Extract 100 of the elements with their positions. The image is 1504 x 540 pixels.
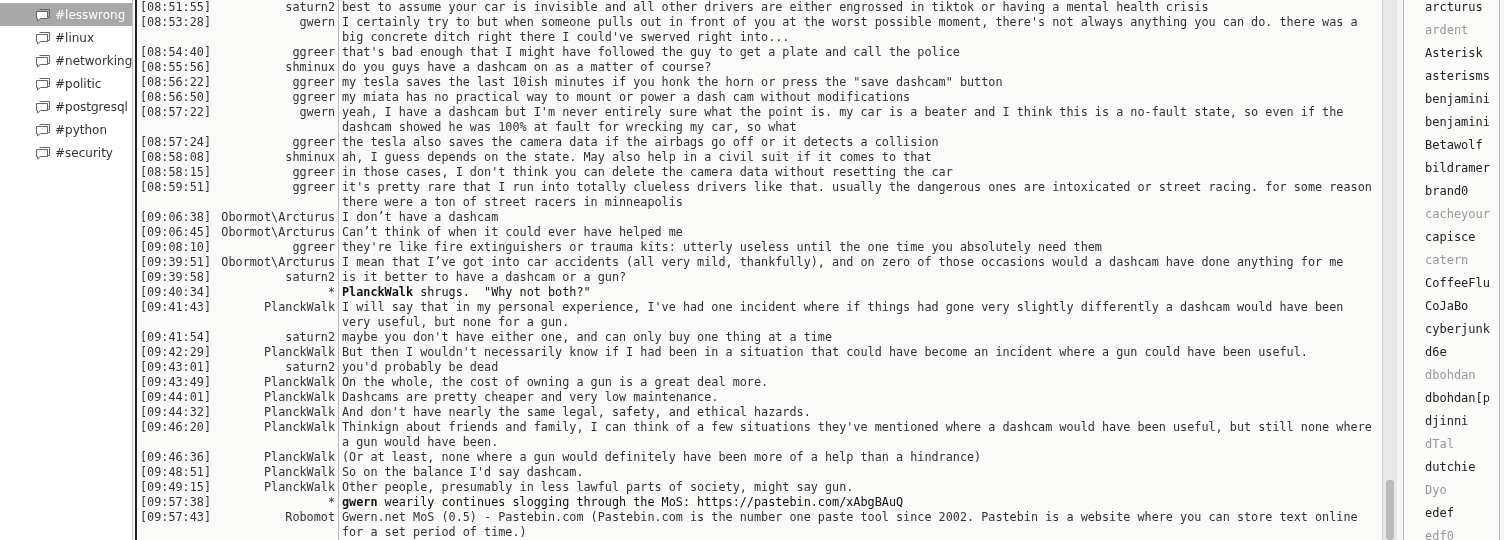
timestamp: [08:58:15] — [139, 165, 208, 180]
chat-message: Dashcams are pretty cheaper and very low maintenance. — [341, 390, 720, 405]
user-item[interactable]: benjamini — [1425, 88, 1499, 111]
action-message: gwern wearily continues slogging through the MoS: https://pastebin.com/xAbgBAuQ — [341, 495, 905, 510]
user-item[interactable]: arcturus — [1425, 0, 1499, 19]
user-item[interactable]: dbohdan[p — [1425, 387, 1499, 410]
channel-item[interactable]: #python — [0, 118, 132, 141]
nickname: PlanckWalk — [208, 375, 339, 390]
timestamp: [09:41:43] — [139, 300, 208, 316]
chat-message: ah, I guess depends on the state. May also help in a civil suit if it comes to that — [341, 150, 933, 165]
user-item[interactable]: benjamini — [1425, 111, 1499, 134]
nickname: ggreer — [208, 90, 339, 105]
timestamp: [08:51:55] — [139, 0, 208, 15]
timestamp: [09:06:45] — [139, 225, 208, 240]
chat-message: my tesla saves the last 10ish minutes if you honk the horn or press the "save dashcam" button — [341, 75, 1004, 90]
chat-message: Other people, presumably in less lawful parts of society, might say gun. — [341, 480, 855, 495]
timestamp: [09:43:01] — [139, 360, 208, 375]
nickname: Obormot\Arcturus — [208, 255, 339, 270]
chat-bubble-icon — [35, 30, 51, 45]
chat-message: So on the balance I'd say dashcam. — [341, 465, 585, 480]
nickname: * — [208, 495, 339, 510]
timestamp: [08:58:08] — [139, 150, 208, 165]
chat-message: I will say that in my personal experience, I've had one incident where if things had gone very slightly differently a dashcam would have been very useful, but none for a gun. — [341, 300, 1345, 330]
scrollbar-thumb[interactable] — [1386, 480, 1394, 540]
chat-bubble-icon — [35, 145, 51, 160]
timestamp: [09:43:49] — [139, 375, 208, 390]
nickname: saturn2 — [208, 360, 339, 375]
timestamp: [09:06:38] — [139, 210, 208, 225]
nickname: PlanckWalk — [208, 300, 339, 330]
chat-bubble-icon — [35, 7, 51, 22]
chat-message: Gwern.net MoS (0.5) - Pastebin.com (Pastebin.com is the number one paste tool since 2002. Pastebin is a website where you can store text online for a set period of time.) — [341, 510, 1359, 540]
chat-message: maybe you don't have either one, and can only buy one thing at a time — [341, 330, 834, 345]
user-item[interactable]: brand0 — [1425, 180, 1499, 203]
timestamp: [08:59:51] — [139, 180, 208, 196]
chat-message: the tesla also saves the camera data if the airbags go off or it detects a collision — [341, 135, 940, 150]
timestamp: [09:41:54] — [139, 330, 208, 345]
nickname: gwern — [208, 15, 339, 45]
chat-bubble-icon — [35, 76, 51, 91]
nickname: saturn2 — [208, 330, 339, 345]
chat-message: I don’t have a dashcam — [341, 210, 500, 225]
nickname: PlanckWalk — [208, 345, 339, 360]
nickname: PlanckWalk — [208, 390, 339, 405]
channel-item[interactable]: #security — [0, 141, 132, 164]
timestamp: [09:57:38] — [139, 495, 208, 510]
channel-item[interactable]: #networking — [0, 49, 132, 72]
timestamp: [08:54:40] — [139, 45, 208, 60]
chat-message: best to assume your car is invisible and all other drivers are either engrossed in tiktok or having a mental health crisis — [341, 0, 1210, 15]
nickname: PlanckWalk — [208, 420, 339, 450]
user-item[interactable]: edef — [1425, 502, 1499, 525]
chat-message: my miata has no practical way to mount or power a dash cam without modifications — [341, 90, 912, 105]
timestamp: [09:40:34] — [139, 285, 208, 300]
user-item[interactable]: bildramer — [1425, 157, 1499, 180]
user-item[interactable]: capisce — [1425, 226, 1499, 249]
nickname: PlanckWalk — [208, 450, 339, 465]
action-message: PlanckWalk shrugs. "Why not both?" — [341, 285, 592, 300]
user-item[interactable]: cyberjunk — [1425, 318, 1499, 341]
nickname: ggreer — [208, 45, 339, 60]
user-item[interactable]: CoffeeFlu — [1425, 272, 1499, 295]
user-item[interactable]: djinni — [1425, 410, 1499, 433]
chat-message: they're like fire extinguishers or trauma kits: utterly useless until the one time you absolutely need them — [341, 240, 1103, 255]
timestamp: [09:39:51] — [139, 255, 208, 270]
timestamp: [09:08:10] — [139, 240, 208, 255]
nickname: PlanckWalk — [208, 480, 339, 495]
timestamp: [08:57:22] — [139, 105, 208, 121]
nickname: shminux — [208, 150, 339, 165]
timestamp: [08:56:50] — [139, 90, 208, 105]
nickname: ggreer — [208, 180, 339, 210]
nickname: gwern — [208, 105, 339, 135]
user-item[interactable]: CoJaBo — [1425, 295, 1499, 318]
timestamp: [09:42:29] — [139, 345, 208, 360]
chat-bubble-icon — [35, 53, 51, 68]
user-item[interactable]: d6e — [1425, 341, 1499, 364]
timestamp: [09:46:20] — [139, 420, 208, 436]
timestamp: [09:46:36] — [139, 450, 208, 465]
nickname: PlanckWalk — [208, 465, 339, 480]
timestamp: [08:53:28] — [139, 15, 208, 31]
user-item[interactable]: Betawolf — [1425, 134, 1499, 157]
nickname: shminux — [208, 60, 339, 75]
user-item[interactable]: Asterisk — [1425, 42, 1499, 65]
nickname: ggreer — [208, 75, 339, 90]
nickname: Robomot — [208, 510, 339, 540]
user-item[interactable]: asterisms — [1425, 65, 1499, 88]
chat-message: And don't have nearly the same legal, safety, and ethical hazards. — [341, 405, 812, 420]
chat-message: it's pretty rare that I run into totally clueless drivers like that. usually the dangerous ones are intoxicated or street racing. for some reason there were a ton of street racers in minneapolis — [341, 180, 1373, 210]
timestamp: [09:44:01] — [139, 390, 208, 405]
chat-message: that's bad enough that I might have followed the guy to get a plate and call the police — [341, 45, 961, 60]
chat-bubble-icon — [35, 99, 51, 114]
nickname: ggreer — [208, 240, 339, 255]
user-item[interactable]: dutchie — [1425, 456, 1499, 479]
chat-message: But then I wouldn't necessarily know if I had been in a situation that could have become an incident where a gun could have been useful. — [341, 345, 1309, 360]
nickname: ggreer — [208, 165, 339, 180]
timestamp: [09:57:43] — [139, 510, 208, 526]
timestamp: [08:55:56] — [139, 60, 208, 75]
chat-message: you'd probably be dead — [341, 360, 500, 375]
chat-message: On the whole, the cost of owning a gun is a great deal more. — [341, 375, 770, 390]
chat-message: in those cases, I don't think you can delete the camera data without resetting the car — [341, 165, 954, 180]
timestamp: [08:56:22] — [139, 75, 208, 90]
channel-item[interactable]: #postgresql — [0, 95, 132, 118]
channel-item[interactable]: #linux — [0, 26, 132, 49]
channel-item[interactable]: #politic — [0, 72, 132, 95]
